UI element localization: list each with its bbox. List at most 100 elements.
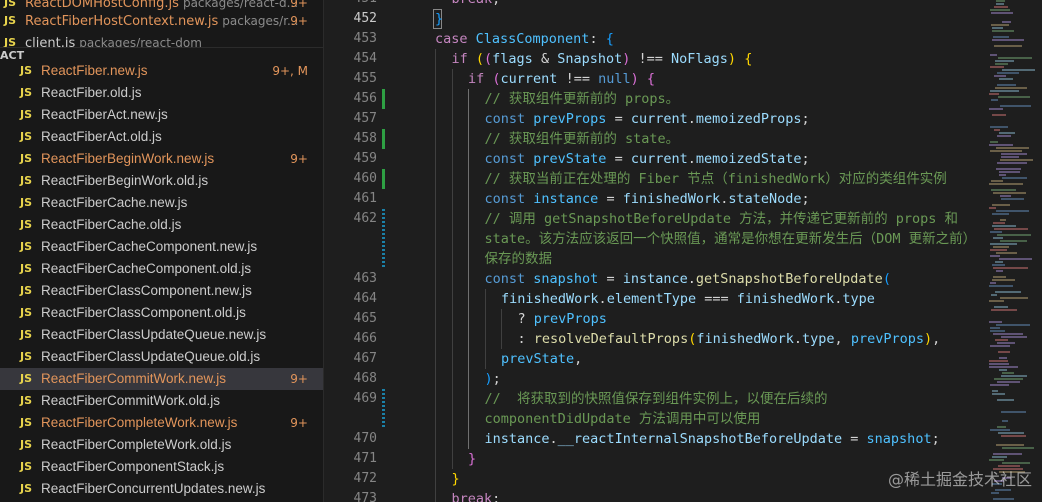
file-tree-item[interactable]: JS ReactFiberCacheComponent.old.js: [0, 258, 323, 280]
minimap[interactable]: [985, 0, 1042, 502]
js-file-icon: JS: [20, 482, 33, 495]
code-token: }: [451, 471, 460, 487]
minimap-line: [999, 369, 1007, 371]
code-token: memoizedState: [695, 151, 802, 167]
minimap-line: [989, 108, 1003, 110]
minimap-line: [993, 498, 1014, 500]
minimap-line: [1000, 219, 1006, 221]
file-tree-item[interactable]: JS ReactFiber.old.js: [0, 82, 323, 104]
file-name: ReactFiberCacheComponent.new.js: [41, 239, 258, 254]
code-line: const instance = finishedWork.stateNode;: [485, 189, 810, 209]
file-tree-item[interactable]: JS ReactFiberClassComponent.new.js: [0, 280, 323, 302]
line-number: 470: [353, 431, 377, 446]
code-token: type: [802, 331, 835, 347]
code-area[interactable]: break;}case ClassComponent: {if ((flags …: [387, 0, 987, 502]
code-line: prevState,: [501, 349, 582, 369]
minimap-line: [990, 126, 1008, 128]
minimap-line: [1001, 375, 1027, 377]
code-line: }: [452, 469, 460, 489]
code-line: break;: [452, 0, 501, 9]
code-comment: state。该方法应该返回一个快照值，通常是你想在更新发生后（DOM 更新之前）: [484, 231, 977, 247]
file-tree-item[interactable]: JS ReactFiberComponentStack.js: [0, 456, 323, 478]
minimap-line: [991, 99, 998, 101]
file-tree-item[interactable]: JS ReactFiberClassUpdateQueue.new.js: [0, 324, 323, 346]
file-tree-item[interactable]: JS ReactFiberCacheComponent.new.js: [0, 236, 323, 258]
minimap-line: [996, 168, 1021, 170]
line-number: 451: [325, 0, 377, 9]
code-token: prevProps: [533, 111, 607, 127]
code-token: memoizedProps: [695, 111, 802, 127]
code-comment: componentDidUpdate 方法调用中可以使用: [484, 411, 761, 427]
file-tree-item[interactable]: JS ReactFiberBeginWork.new.js 9+: [0, 148, 323, 170]
minimap-line: [991, 24, 1009, 26]
git-added-marker: [382, 169, 385, 189]
code-line: // 将获取到的快照值保存到组件实例上，以便在后续的: [485, 389, 828, 409]
minimap-line: [992, 393, 1005, 395]
code-token: ===: [696, 291, 737, 307]
minimap-line: [995, 87, 1027, 89]
file-tree-item[interactable]: JS ReactFiberAct.old.js: [0, 126, 323, 148]
line-number: 457: [353, 111, 377, 126]
js-file-icon: JS: [20, 64, 33, 77]
file-name: ReactFiberAct.new.js: [41, 107, 168, 122]
code-token: ;: [492, 371, 501, 387]
minimap-line: [993, 246, 1009, 248]
code-editor[interactable]: 451 452 453 454 455 456 457 458 459 460 461 462 463 4…: [325, 0, 1042, 502]
file-name: ReactFiberCacheComponent.old.js: [41, 261, 252, 276]
minimap-line: [992, 456, 1007, 458]
js-file-icon: JS: [20, 284, 33, 297]
code-token: if: [451, 51, 476, 67]
file-name: ReactFiberClassUpdateQueue.new.js: [41, 327, 267, 342]
minimap-line: [1002, 372, 1014, 374]
line-number: 462: [353, 211, 377, 226]
file-tree-item[interactable]: JS ReactFiberCommitWork.old.js: [0, 390, 323, 412]
line-number: [325, 229, 377, 249]
file-tree-item[interactable]: JS ReactFiber.new.js 9+, M: [0, 60, 323, 82]
open-editor-filename: ReactFiberHostContext.new.js: [25, 14, 219, 29]
code-line: finishedWork.elementType === finishedWor…: [501, 289, 875, 309]
minimap-line: [1001, 153, 1027, 155]
minimap-line: [990, 249, 1007, 251]
minimap-line: [990, 384, 1009, 386]
js-file-icon: JS: [4, 14, 17, 27]
line-number: 473: [353, 491, 377, 502]
code-token: const: [484, 271, 534, 287]
indent-guide: [468, 89, 469, 449]
minimap-line: [989, 366, 1018, 368]
js-file-icon: JS: [20, 350, 33, 363]
file-tree-item[interactable]: JS ReactFiberCache.new.js: [0, 192, 323, 214]
js-file-icon: JS: [20, 218, 33, 231]
js-file-icon: JS: [20, 328, 33, 341]
code-line: const snapshot = instance.getSnapshotBef…: [485, 269, 891, 289]
file-tree-item[interactable]: JS ReactFiberCompleteWork.new.js 9+: [0, 412, 323, 434]
code-token: break: [451, 491, 493, 502]
minimap-line: [997, 135, 1011, 137]
code-token: if: [468, 71, 493, 87]
code-line: // 获取当前正在处理的 Fiber 节点（finishedWork）对应的类组…: [485, 169, 947, 189]
minimap-line: [990, 141, 998, 143]
file-tree-item[interactable]: JS ReactFiberCommitWork.new.js 9+: [0, 368, 323, 390]
file-tree-item[interactable]: JS ReactFiberConcurrentUpdates.new.js: [0, 478, 323, 500]
file-tree-item[interactable]: JS ReactFiberCache.old.js: [0, 214, 323, 236]
code-line: }: [435, 9, 443, 29]
open-editor-item[interactable]: JS ReactFiberHostContext.new.js packages/r…: [0, 10, 323, 32]
minimap-line: [993, 453, 1022, 455]
line-number: 468: [353, 371, 377, 386]
code-token: .: [687, 151, 696, 167]
code-line: 保存的数据: [485, 249, 553, 269]
minimap-line: [997, 342, 1015, 344]
file-tree-item[interactable]: JS ReactFiberCompleteWork.old.js: [0, 434, 323, 456]
line-number: [325, 249, 377, 269]
line-number: 466: [353, 331, 377, 346]
file-tree-item[interactable]: JS ReactFiberBeginWork.old.js: [0, 170, 323, 192]
file-tree-item[interactable]: JS ReactFiberClassComponent.old.js: [0, 302, 323, 324]
file-tree-item[interactable]: JS ReactFiberClassUpdateQueue.old.js: [0, 346, 323, 368]
code-token: Snapshot: [557, 51, 623, 67]
minimap-line: [1000, 105, 1031, 107]
js-file-icon: JS: [20, 438, 33, 451]
minimap-line: [993, 237, 1003, 239]
file-tree-item[interactable]: JS ReactFiberAct.new.js: [0, 104, 323, 126]
minimap-line: [1001, 156, 1019, 158]
minimap-line: [992, 30, 1014, 32]
code-token: (: [882, 271, 891, 287]
